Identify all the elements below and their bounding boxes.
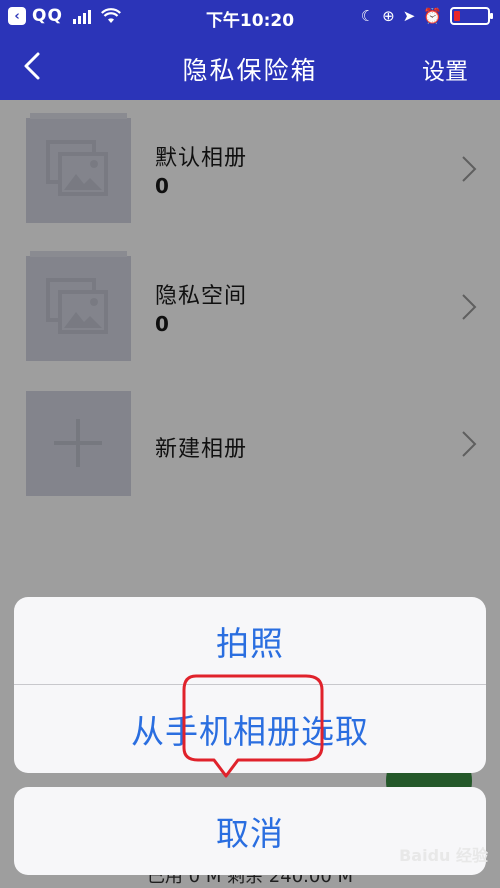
navigation-bar: 隐私保险箱 设置 — [0, 34, 500, 100]
choose-from-album-option[interactable]: 从手机相册选取 — [14, 685, 486, 773]
status-bar: ‹ QQ 下午10:20 ☾ ⊕ ➤ ⏰ — [0, 0, 500, 34]
rotation-lock-icon: ⊕ — [382, 7, 395, 25]
settings-button[interactable]: 设置 — [422, 52, 468, 86]
watermark: Baidu 经验 — [399, 846, 488, 865]
battery-icon — [450, 7, 493, 25]
action-sheet: 拍照 从手机相册选取 — [14, 597, 486, 773]
location-icon: ➤ — [402, 7, 416, 25]
moon-icon: ☾ — [360, 7, 375, 25]
status-right: ☾ ⊕ ➤ ⏰ — [360, 7, 493, 25]
alarm-icon: ⏰ — [423, 7, 442, 25]
take-photo-option[interactable]: 拍照 — [14, 597, 486, 685]
